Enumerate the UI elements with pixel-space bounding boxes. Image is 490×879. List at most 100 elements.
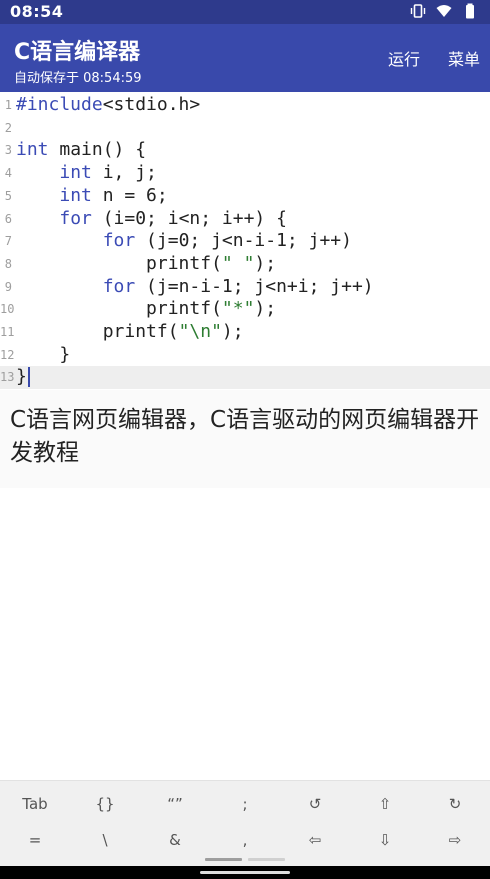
key-button[interactable]: ↻ bbox=[420, 789, 490, 819]
code-text: printf("\n"); bbox=[16, 321, 244, 344]
key-button[interactable]: ↺ bbox=[280, 789, 350, 819]
code-line[interactable]: 9 for (j=n-i-1; j<n+i; j++) bbox=[0, 276, 490, 299]
key-button[interactable]: = bbox=[0, 825, 70, 855]
code-token: <stdio.h> bbox=[102, 94, 201, 115]
line-number: 12 bbox=[0, 347, 15, 362]
key-button[interactable]: & bbox=[140, 825, 210, 855]
line-number: 8 bbox=[4, 256, 12, 271]
code-text: #include<stdio.h> bbox=[16, 94, 200, 117]
line-number: 3 bbox=[4, 143, 12, 158]
line-number: 1 bbox=[4, 98, 12, 112]
text-cursor bbox=[27, 367, 30, 388]
code-line[interactable]: 7 for (j=0; j<n-i-1; j++) bbox=[0, 230, 490, 253]
code-token: printf( bbox=[16, 321, 179, 342]
keyboard-accessory-bar: Tab{} “”; ↺ ⇧ ↻ = \ &, ⇦ ⇩ ⇨ bbox=[0, 780, 490, 867]
code-token: n = 6; bbox=[91, 184, 168, 206]
key-button[interactable]: ⇨ bbox=[420, 825, 490, 855]
menu-button[interactable]: 菜单 bbox=[448, 46, 480, 70]
code-line[interactable]: 12 } bbox=[0, 344, 490, 367]
key-button[interactable]: ⇧ bbox=[350, 789, 420, 819]
code-keyword: #include bbox=[16, 94, 103, 115]
code-line[interactable]: 13} bbox=[0, 366, 490, 390]
code-token: (i=0; i<n; i++) { bbox=[91, 207, 287, 229]
line-number: 2 bbox=[4, 120, 12, 135]
app-title: C语言编译器 bbox=[14, 40, 141, 65]
code-text: for (i=0; i<n; i++) { bbox=[16, 208, 287, 231]
code-text: printf(" "); bbox=[16, 253, 276, 276]
caption-area: C语言网页编辑器，C语言驱动的网页编辑器开发教程 bbox=[0, 390, 490, 488]
key-button[interactable]: , bbox=[210, 825, 280, 855]
code-text: } bbox=[16, 366, 30, 389]
code-line[interactable]: 3 int main() { bbox=[0, 139, 490, 162]
code-keyword: for bbox=[59, 207, 92, 229]
page-indicator-active bbox=[205, 858, 242, 861]
code-string: "\n" bbox=[178, 321, 222, 342]
code-line[interactable]: 5 int n = 6; bbox=[0, 185, 490, 208]
code-token: printf( bbox=[16, 298, 222, 320]
key-button[interactable]: \ bbox=[70, 825, 140, 855]
navigation-bar bbox=[0, 866, 490, 879]
line-number: 5 bbox=[4, 188, 12, 203]
code-token: (j=0; j<n-i-1; j++) bbox=[135, 230, 352, 252]
vibrate-icon bbox=[410, 4, 426, 18]
status-icons bbox=[410, 3, 478, 19]
code-token: } bbox=[16, 366, 27, 388]
key-button[interactable]: “” bbox=[140, 789, 210, 819]
status-bar: 08:54 bbox=[0, 0, 490, 24]
code-keyword: int bbox=[59, 184, 92, 206]
code-token: ); bbox=[221, 321, 244, 342]
status-time: 08:54 bbox=[10, 2, 64, 21]
autosave-status: 自动保存于 08:54:59 bbox=[14, 71, 142, 86]
code-token: ); bbox=[254, 252, 277, 274]
code-keyword: for bbox=[102, 275, 136, 297]
key-button[interactable]: Tab bbox=[0, 789, 70, 819]
code-text: for (j=n-i-1; j<n+i; j++) bbox=[16, 276, 374, 299]
code-editor[interactable]: 1 #include<stdio.h> 2 3 int main() {4 int i,… bbox=[0, 92, 490, 390]
code-line[interactable]: 11 printf("\n"); bbox=[0, 321, 490, 344]
key-button[interactable]: ⇦ bbox=[280, 825, 350, 855]
key-button[interactable]: ; bbox=[210, 789, 280, 819]
code-line[interactable]: 8 printf(" "); bbox=[0, 253, 490, 276]
code-string: "*" bbox=[221, 298, 255, 320]
code-token: } bbox=[16, 343, 71, 365]
code-token: printf( bbox=[16, 252, 222, 274]
key-row-1: Tab{} “”; ↺ ⇧ ↻ bbox=[0, 789, 490, 819]
key-row-2: = \ &, ⇦ ⇩ ⇨ bbox=[0, 825, 490, 855]
code-text: int i, j; bbox=[16, 162, 157, 185]
code-text: for (j=0; j<n-i-1; j++) bbox=[16, 230, 352, 253]
line-number: 11 bbox=[0, 325, 15, 339]
line-number: 4 bbox=[4, 166, 12, 181]
page-indicator bbox=[248, 858, 285, 861]
line-number: 10 bbox=[0, 302, 15, 317]
code-token: ); bbox=[254, 298, 277, 320]
key-button[interactable]: ⇩ bbox=[350, 825, 420, 855]
code-token: (j=n-i-1; j<n+i; j++) bbox=[135, 275, 374, 297]
code-text: int main() { bbox=[16, 139, 146, 162]
code-text: } bbox=[16, 344, 70, 367]
code-string: " " bbox=[221, 252, 255, 274]
line-number: 13 bbox=[0, 370, 15, 385]
code-line[interactable]: 6 for (i=0; i<n; i++) { bbox=[0, 208, 490, 231]
code-text: int n = 6; bbox=[16, 184, 168, 208]
code-line[interactable]: 10 printf("*"); bbox=[0, 298, 490, 321]
code-line[interactable]: 4 int i, j; bbox=[0, 162, 490, 185]
battery-icon bbox=[466, 3, 474, 19]
run-button[interactable]: 运行 bbox=[388, 46, 420, 70]
code-line[interactable]: 2 bbox=[0, 117, 490, 140]
caption-text: C语言网页编辑器，C语言驱动的网页编辑器开发教程 bbox=[10, 407, 480, 466]
line-number: 6 bbox=[4, 211, 12, 226]
app-actions: 运行 菜单 bbox=[388, 46, 480, 70]
code-keyword: int bbox=[16, 139, 49, 161]
code-line[interactable]: 1 #include<stdio.h> bbox=[0, 94, 490, 117]
app-bar: C语言编译器 自动保存于 08:54:59 运行 菜单 bbox=[0, 24, 490, 92]
line-number: 7 bbox=[4, 234, 12, 249]
wifi-icon bbox=[436, 5, 452, 17]
home-gesture-handle[interactable] bbox=[200, 871, 290, 874]
code-token: i, j; bbox=[91, 162, 157, 184]
key-button[interactable]: {} bbox=[70, 789, 140, 819]
